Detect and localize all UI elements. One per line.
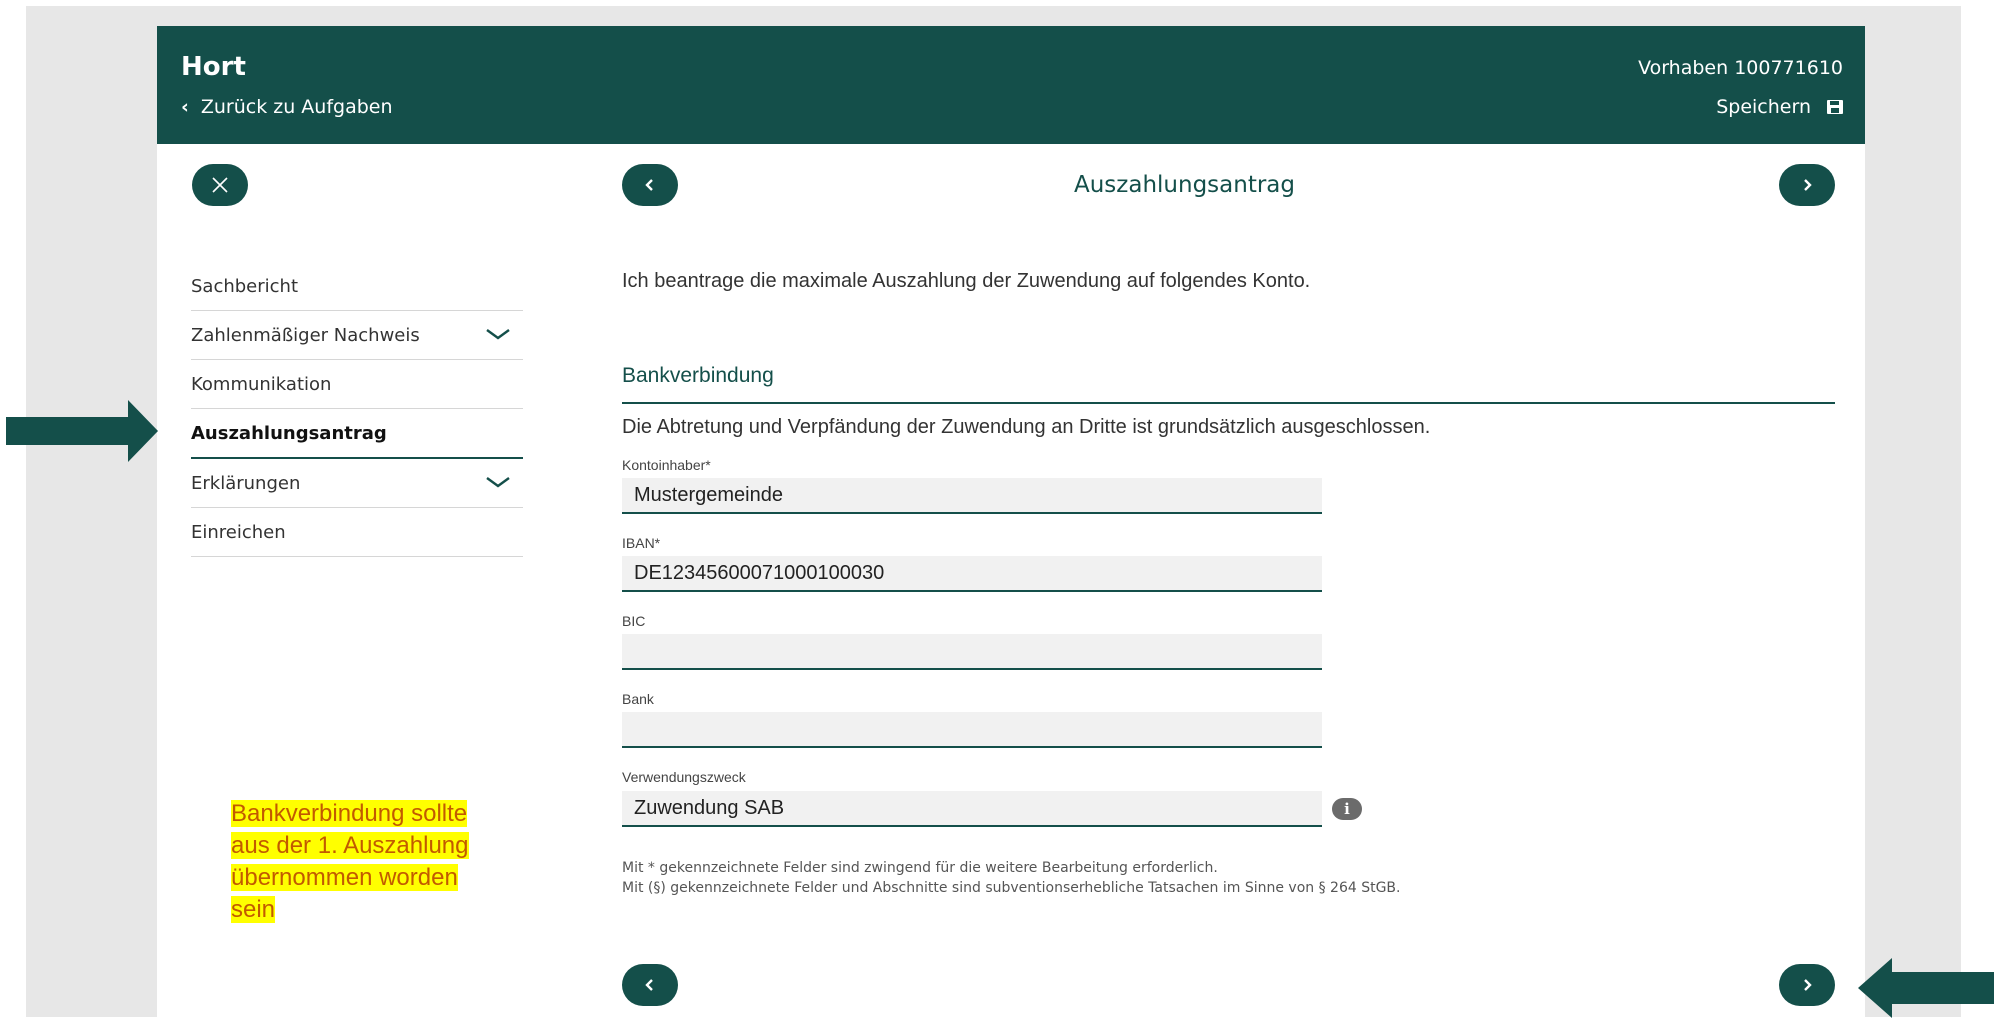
intro-text: Ich beantrage die maximale Auszahlung de… xyxy=(622,270,1311,292)
sidebar-item-auszahlungsantrag[interactable]: Auszahlungsantrag xyxy=(191,409,523,459)
annotation-note: Bankverbindung sollte aus der 1. Auszahl… xyxy=(231,798,469,926)
footnote-required: Mit * gekennzeichnete Felder sind zwinge… xyxy=(622,860,1218,876)
save-button[interactable]: Speichern xyxy=(1716,96,1843,118)
previous-step-button-bottom[interactable] xyxy=(622,964,678,1006)
sidebar-item-einreichen[interactable]: Einreichen xyxy=(191,508,523,557)
chevron-down-icon[interactable] xyxy=(485,475,511,489)
account-holder-input[interactable]: Mustergemeinde xyxy=(622,478,1322,514)
annotation-line: aus der 1. Auszahlung xyxy=(231,832,469,859)
bank-input[interactable] xyxy=(622,712,1322,748)
back-to-tasks-label: Zurück zu Aufgaben xyxy=(200,96,393,118)
sidebar-item-label: Kommunikation xyxy=(191,373,332,395)
sidebar-item-label: Auszahlungsantrag xyxy=(191,422,387,444)
sidebar-item-label: Zahlenmäßiger Nachweis xyxy=(191,324,420,346)
close-button[interactable] xyxy=(192,164,248,206)
next-step-button-bottom[interactable] xyxy=(1779,964,1835,1006)
iban-label: IBAN* xyxy=(622,535,661,551)
arrow-right-icon xyxy=(6,400,158,462)
annotation-line: sein xyxy=(231,896,276,923)
sidebar-item-label: Sachbericht xyxy=(191,275,299,297)
arrow-left-icon xyxy=(1858,958,1994,1018)
sidebar-item-label: Erklärungen xyxy=(191,472,301,494)
sidebar-item-label: Einreichen xyxy=(191,521,286,543)
annotation-line: Bankverbindung sollte xyxy=(231,800,468,827)
purpose-label: Verwendungszweck xyxy=(622,769,746,785)
sidebar-item-kommunikation[interactable]: Kommunikation xyxy=(191,360,523,409)
bank-label: Bank xyxy=(622,691,654,707)
next-step-button[interactable] xyxy=(1779,164,1835,206)
close-icon xyxy=(212,177,228,193)
sidebar-item-sachbericht[interactable]: Sachbericht xyxy=(191,262,523,311)
sidebar-navigation: Sachbericht Zahlenmäßiger Nachweis Kommu… xyxy=(191,262,523,557)
purpose-input[interactable]: Zuwendung SAB xyxy=(622,791,1322,827)
chevron-left-icon xyxy=(645,979,653,991)
iban-input[interactable]: DE12345600071000100030 xyxy=(622,556,1322,592)
app-title: Hort xyxy=(181,52,246,82)
sidebar-item-erklaerungen[interactable]: Erklärungen xyxy=(191,459,523,508)
chevron-right-icon xyxy=(1804,979,1812,991)
save-label: Speichern xyxy=(1716,96,1811,118)
step-title: Auszahlungsantrag xyxy=(1073,172,1295,198)
section-title-bankverbindung: Bankverbindung xyxy=(622,364,1835,404)
project-number: Vorhaben 100771610 xyxy=(1638,57,1843,79)
previous-step-button[interactable] xyxy=(622,164,678,206)
footnote-subsidy: Mit (§) gekennzeichnete Felder und Absch… xyxy=(622,880,1401,896)
account-holder-label: Kontoinhaber* xyxy=(622,457,711,473)
chevron-down-icon[interactable] xyxy=(485,327,511,341)
app-header: Hort ‹ Zurück zu Aufgaben Vorhaben 100771… xyxy=(157,26,1865,144)
exclusion-text: Die Abtretung und Verpfändung der Zuwend… xyxy=(622,416,1431,438)
chevron-left-icon: ‹ xyxy=(181,96,189,118)
chevron-left-icon xyxy=(645,179,653,191)
floppy-disk-icon xyxy=(1827,100,1843,114)
sidebar-item-zahlenmaessiger-nachweis[interactable]: Zahlenmäßiger Nachweis xyxy=(191,311,523,360)
info-icon[interactable]: i xyxy=(1332,798,1362,820)
back-to-tasks-link[interactable]: ‹ Zurück zu Aufgaben xyxy=(181,96,393,118)
application-panel: Hort ‹ Zurück zu Aufgaben Vorhaben 100771… xyxy=(157,26,1865,1017)
chevron-right-icon xyxy=(1804,179,1812,191)
bic-label: BIC xyxy=(622,613,646,629)
bic-input[interactable] xyxy=(622,634,1322,670)
annotation-line: übernommen worden xyxy=(231,864,458,891)
